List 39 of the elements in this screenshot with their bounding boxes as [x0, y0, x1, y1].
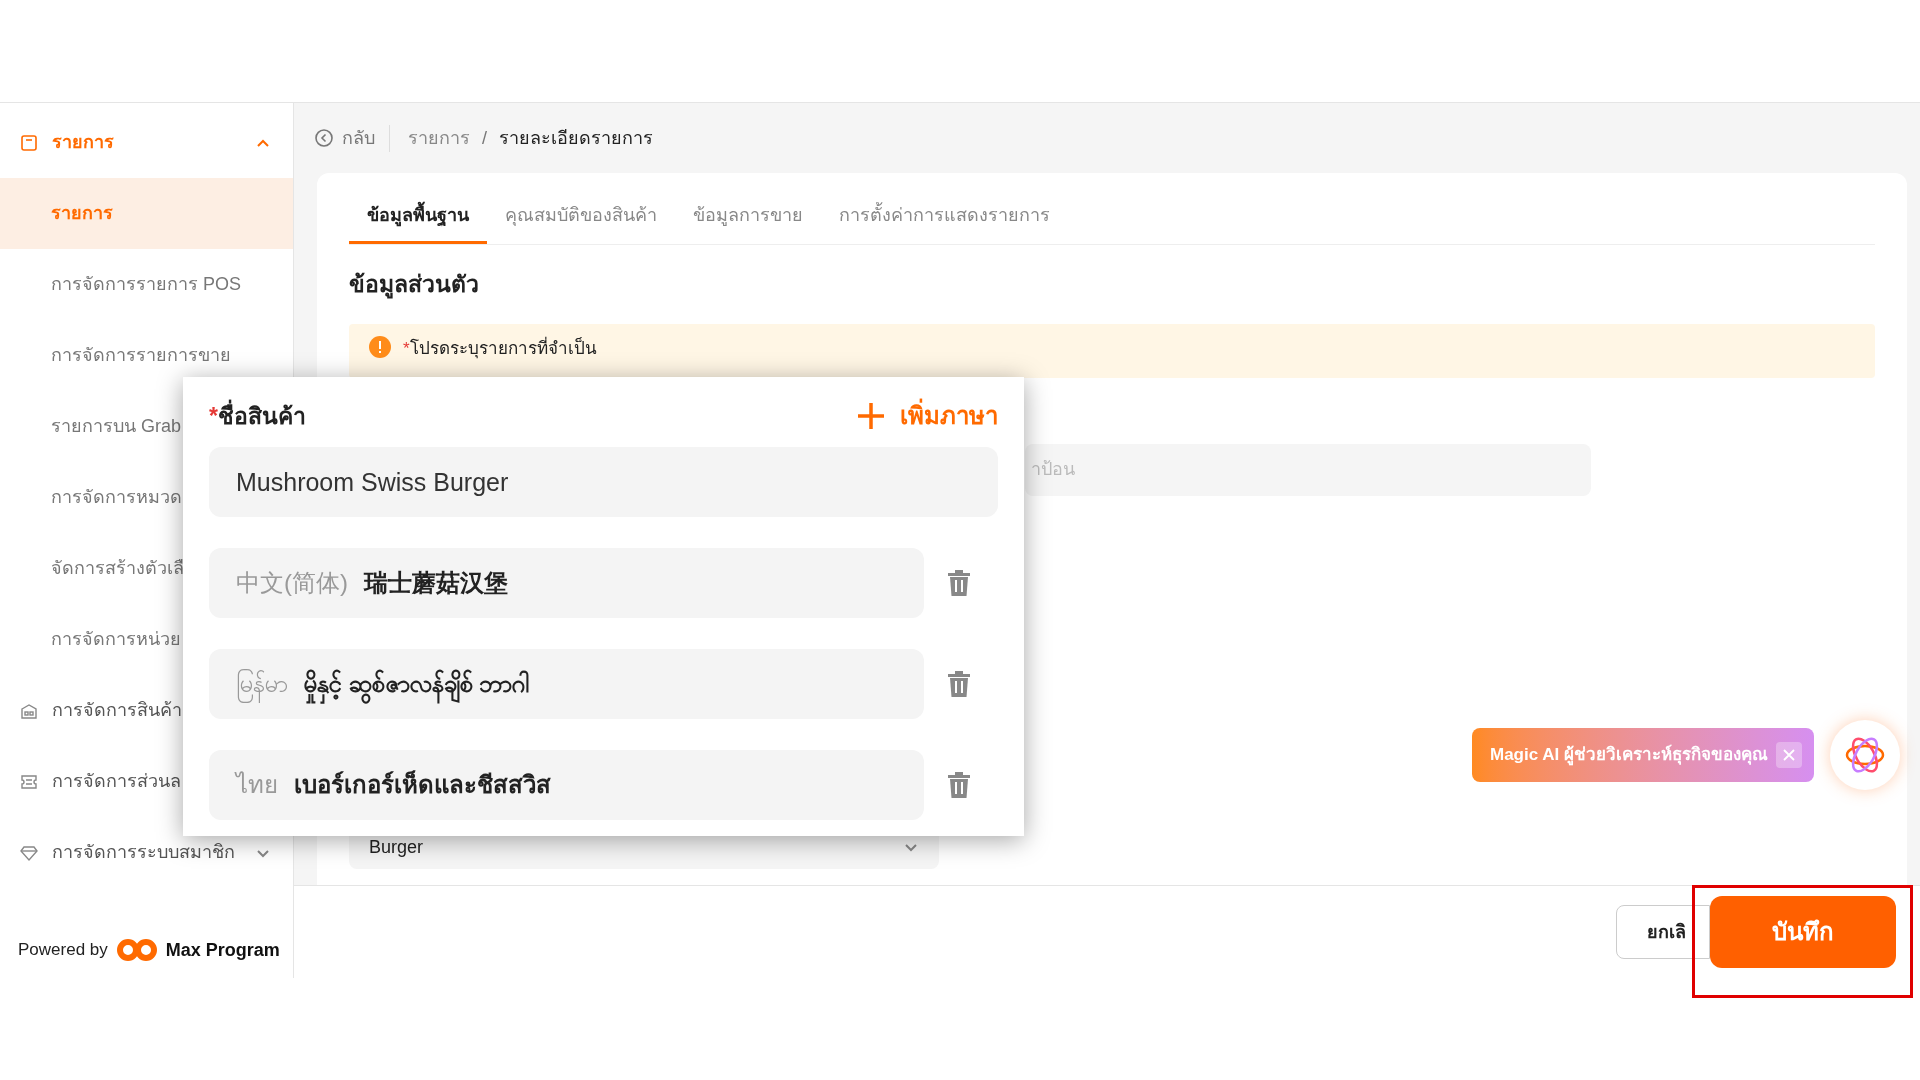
gem-icon — [20, 843, 38, 862]
tab[interactable]: ข้อมูลพื้นฐาน — [349, 202, 487, 244]
field-label: *ชื่อสินค้า — [209, 398, 306, 434]
sidebar-group[interactable]: การจัดการระบบสมาชิก — [0, 817, 293, 888]
section-title: ข้อมูลส่วนตัว — [349, 270, 480, 301]
infinity-logo-icon — [115, 937, 158, 963]
plus-icon — [856, 401, 886, 431]
back-link[interactable]: กลับ — [314, 124, 390, 152]
input-field[interactable]: าป้อน — [1025, 443, 1591, 496]
tab[interactable]: คุณสมบัติของสินค้า — [487, 202, 675, 244]
close-icon[interactable] — [1776, 742, 1802, 768]
store-icon — [20, 701, 38, 720]
sidebar-item[interactable]: การจัดการรายการ POS — [0, 249, 293, 320]
translation-field[interactable]: 中文(简体) 瑞士蘑菇汉堡 — [209, 548, 924, 618]
banner-text: Magic AI ผู้ช่วยวิเคราะห์ธุรกิจของคุณ — [1490, 743, 1768, 768]
box-icon — [20, 133, 38, 152]
breadcrumb-item: รายละเอียดรายการ — [499, 126, 653, 150]
cancel-button[interactable]: ยกเลิ — [1616, 905, 1710, 959]
warning-icon — [369, 335, 391, 358]
trash-icon[interactable] — [948, 570, 970, 596]
translation-field[interactable]: မြန်မာ မှိုနှင့် ဆွစ်ဇာလန်ချိစ် ဘာဂါ — [209, 649, 924, 719]
trash-icon[interactable] — [948, 671, 970, 697]
ticket-icon — [20, 772, 38, 791]
sidebar-item[interactable]: การจัดการรายการขาย — [0, 320, 293, 391]
breadcrumb-item[interactable]: รายการ — [402, 124, 470, 152]
tab[interactable]: การตั้งค่าการแสดงรายการ — [821, 202, 1068, 244]
translation-field[interactable]: ไทย เบอร์เกอร์เห็ดและชีสสวิส — [209, 750, 924, 820]
save-button[interactable]: บันทึก — [1710, 896, 1896, 968]
powered-by-text: Powered by — [18, 939, 108, 962]
trash-icon[interactable] — [948, 772, 970, 798]
brand-name: Max Program — [165, 938, 280, 962]
input-field[interactable]: Mushroom Swiss Burger — [209, 447, 998, 517]
sidebar-item[interactable]: รายการ — [0, 178, 293, 249]
tab[interactable]: ข้อมูลการขาย — [675, 202, 821, 244]
breadcrumb-separator: / — [482, 126, 487, 150]
add-language-button[interactable]: เพิ่มภาษา — [856, 398, 998, 434]
back-icon — [314, 128, 334, 148]
notice-text: *โปรดระบุรายการที่จำเป็น — [403, 335, 597, 361]
sidebar-group[interactable]: รายการ — [0, 107, 293, 178]
